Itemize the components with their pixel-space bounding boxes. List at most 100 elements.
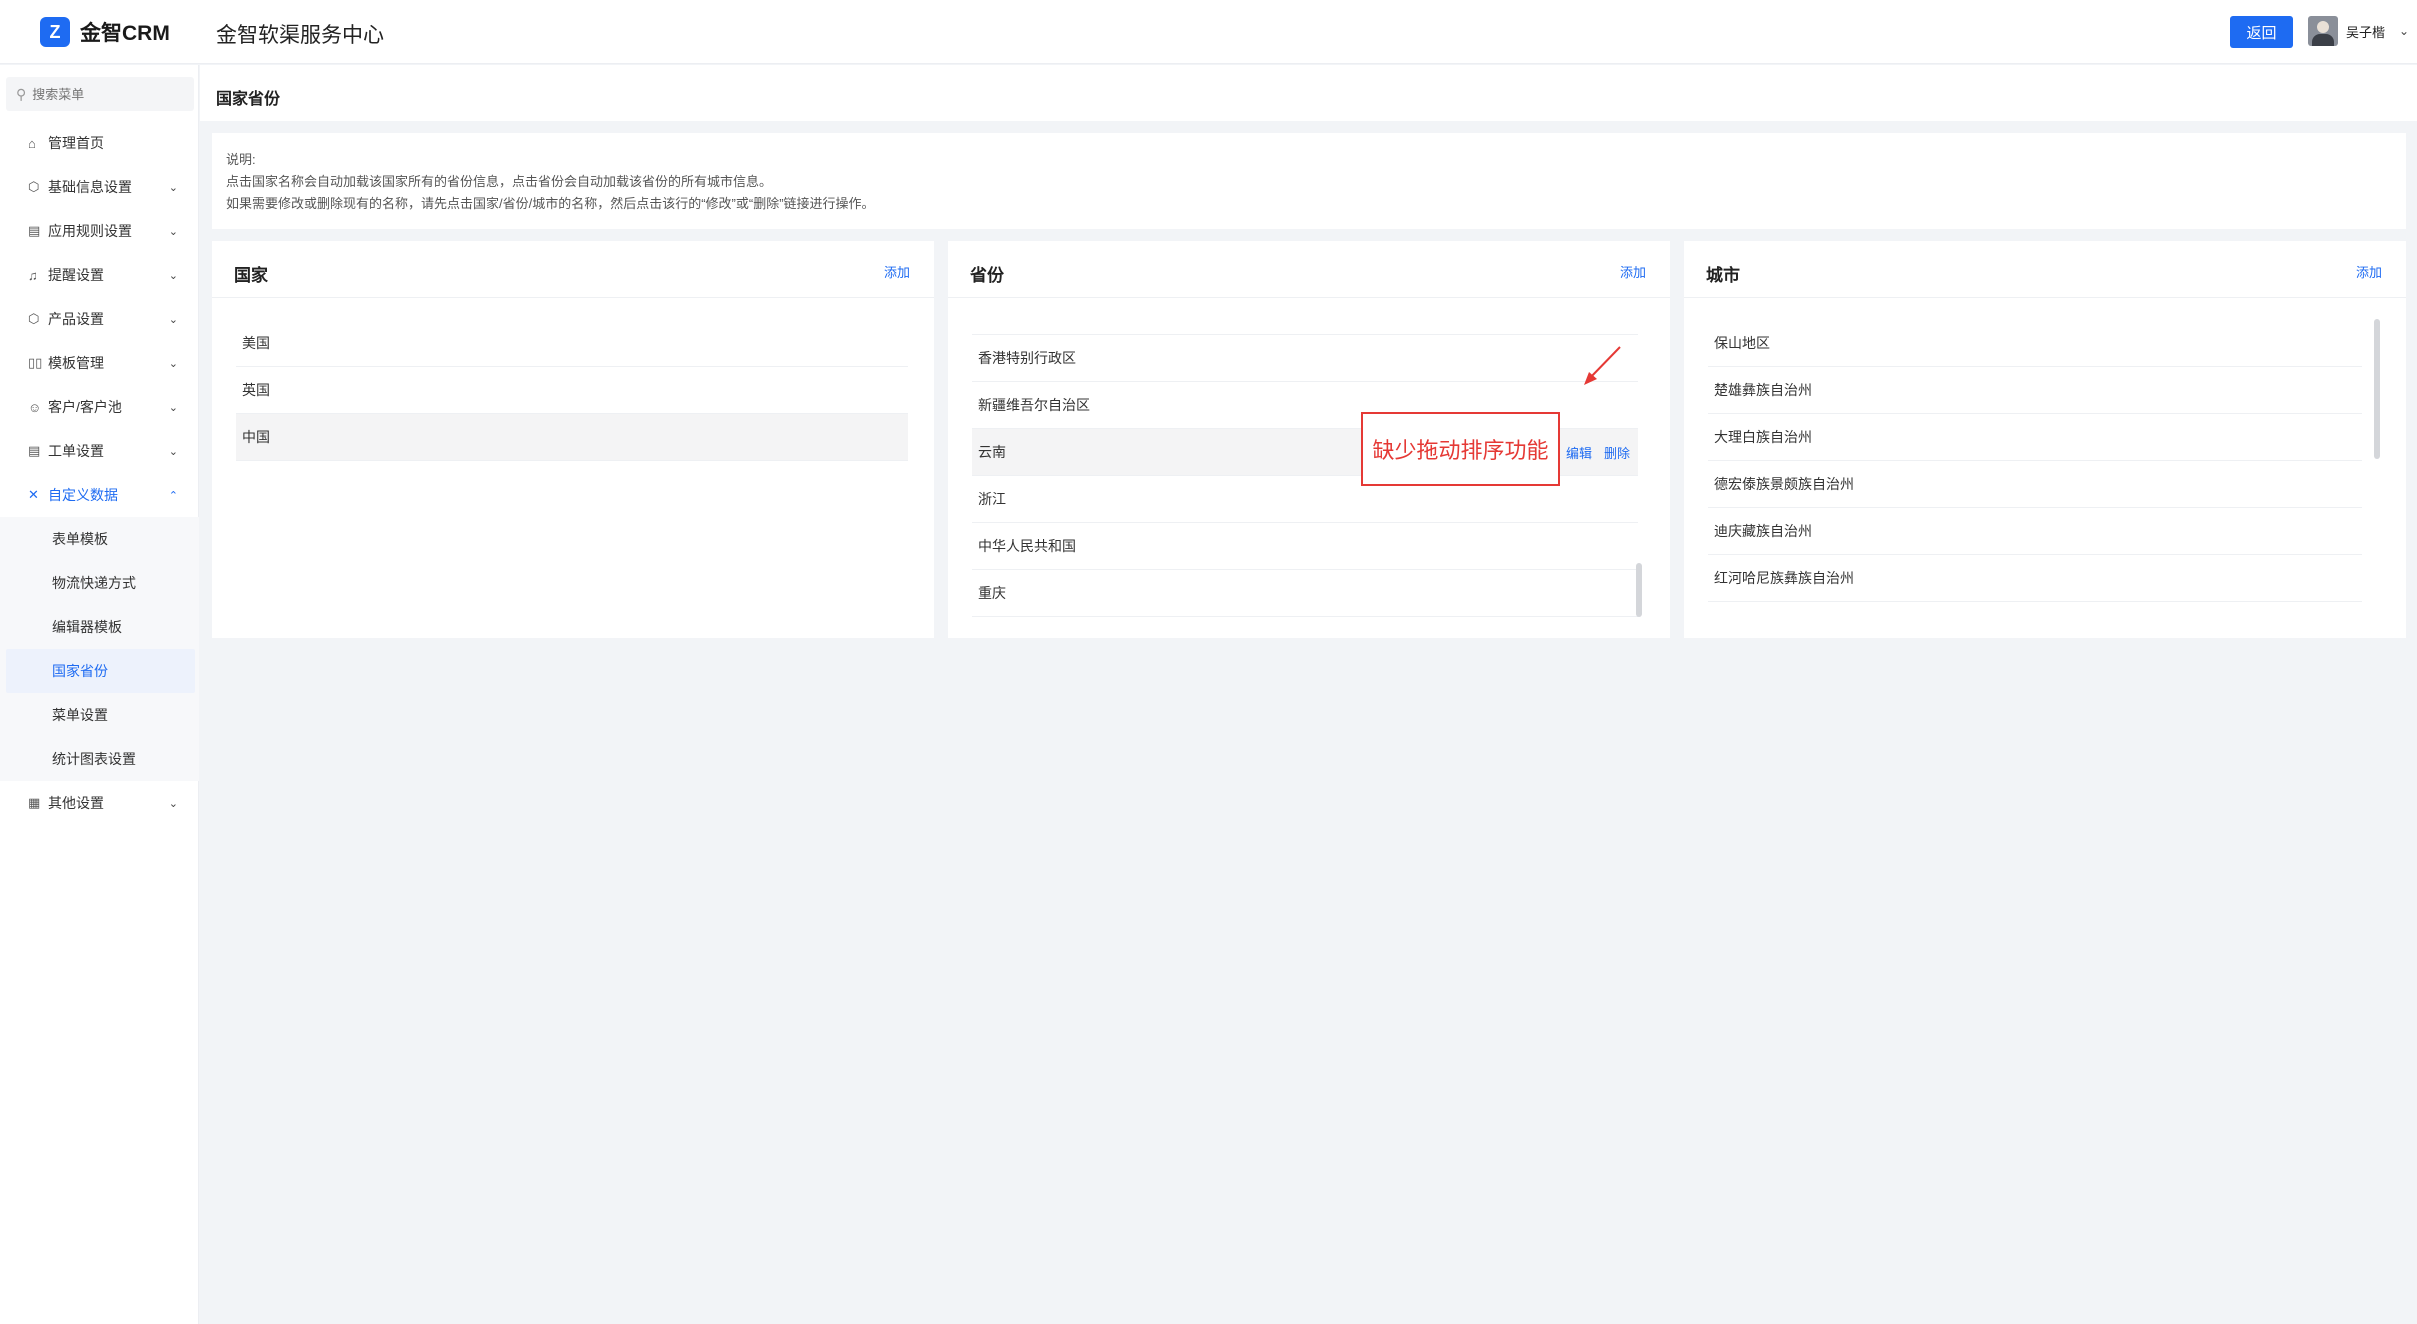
- user-name[interactable]: 吴子楷: [2346, 22, 2385, 41]
- edit-link[interactable]: 编辑: [1566, 443, 1592, 462]
- sidebar-item-label: 基础信息设置: [48, 179, 132, 195]
- sidebar-item-home[interactable]: ⌂ 管理首页: [0, 121, 199, 165]
- chevron-down-icon: ⌄: [168, 797, 178, 810]
- sidebar-subitem-logistics[interactable]: 物流快递方式: [0, 561, 199, 605]
- submenu-custom-data: 表单模板 物流快递方式 编辑器模板 国家省份 菜单设置 统计图表设置: [0, 517, 199, 781]
- city-panel: 城市 添加 保山地区 楚雄彝族自治州 大理白族自治州 德宏傣族景颇族自治州 迪庆…: [1684, 241, 2406, 638]
- chevron-down-icon: ⌄: [168, 181, 178, 194]
- logo-icon: Z: [40, 17, 70, 47]
- notice-box: 说明: 点击国家名称会自动加载该国家所有的省份信息，点击省份会自动加载该省份的所…: [212, 133, 2406, 229]
- list-item[interactable]: 大理白族自治州: [1708, 414, 2362, 461]
- sidebar-item-other-settings[interactable]: ▦ 其他设置 ⌄: [0, 781, 199, 825]
- annotation-arrow-icon: [1584, 346, 1621, 385]
- panel-header: 省份 添加: [948, 241, 1670, 298]
- sidebar-item-label: 产品设置: [48, 311, 104, 327]
- box-icon: ⬡: [28, 311, 40, 326]
- list-item[interactable]: 美国: [236, 320, 908, 367]
- sidebar-item-label: 客户/客户池: [48, 399, 122, 415]
- scrollbar[interactable]: [2374, 319, 2380, 459]
- sidebar-item-label: 模板管理: [48, 355, 104, 371]
- sidebar-subitem-menu-settings[interactable]: 菜单设置: [0, 693, 199, 737]
- list-item[interactable]: 中华人民共和国: [972, 523, 1638, 570]
- sidebar-item-label: 提醒设置: [48, 267, 104, 283]
- notice-line: 点击国家名称会自动加载该国家所有的省份信息，点击省份会自动加载该省份的所有城市信…: [226, 174, 773, 189]
- sidebar-menu: ⌂ 管理首页 ⬡ 基础信息设置 ⌄ ▤ 应用规则设置 ⌄ ♫ 提醒设置 ⌄ ⬡ …: [0, 121, 199, 825]
- panel-title: 省份: [970, 266, 1004, 285]
- sidebar-item-tickets[interactable]: ▤ 工单设置 ⌄: [0, 429, 199, 473]
- search-icon: ⚲: [16, 85, 27, 102]
- sidebar-item-label: 应用规则设置: [48, 223, 132, 239]
- chevron-down-icon: ⌄: [168, 313, 178, 326]
- sidebar-item-custom-data[interactable]: ✕ 自定义数据 ⌃: [0, 473, 199, 517]
- sidebar-item-customers[interactable]: ☺ 客户/客户池 ⌄: [0, 385, 199, 429]
- chevron-down-icon: ⌄: [168, 357, 178, 370]
- sidebar-item-label: 工单设置: [48, 443, 104, 459]
- row-actions: 编辑 删除: [1566, 443, 1630, 462]
- list-item[interactable]: 红河哈尼族彝族自治州: [1708, 555, 2362, 602]
- sidebar-subitem-editor-templates[interactable]: 编辑器模板: [0, 605, 199, 649]
- list-item[interactable]: 英国: [236, 367, 908, 414]
- sidebar-item-label: 管理首页: [48, 135, 104, 151]
- chevron-down-icon: ⌄: [168, 401, 178, 414]
- city-list: 保山地区 楚雄彝族自治州 大理白族自治州 德宏傣族景颇族自治州 迪庆藏族自治州 …: [1708, 320, 2362, 602]
- list-item[interactable]: 德宏傣族景颇族自治州: [1708, 461, 2362, 508]
- grid-icon: ▦: [28, 795, 41, 810]
- site-title: 金智软渠服务中心: [216, 24, 384, 47]
- country-list: 美国 英国 中国: [236, 320, 908, 461]
- page-title: 国家省份: [216, 91, 281, 108]
- sidebar-subitem-chart-settings[interactable]: 统计图表设置: [0, 737, 199, 781]
- users-icon: ☺: [28, 399, 42, 415]
- cube-icon: ⬡: [28, 179, 40, 194]
- avatar[interactable]: [2308, 16, 2338, 46]
- user-menu[interactable]: 吴子楷 ⌄: [2308, 16, 2409, 46]
- search-input[interactable]: [32, 86, 183, 102]
- sidebar: ⚲ ⌂ 管理首页 ⬡ 基础信息设置 ⌄ ▤ 应用规则设置 ⌄ ♫ 提醒设置 ⌄ …: [0, 65, 199, 1324]
- notice-heading: 说明:: [226, 152, 256, 167]
- delete-link[interactable]: 删除: [1604, 443, 1630, 462]
- sidebar-search[interactable]: ⚲: [6, 77, 194, 111]
- sidebar-item-app-rules[interactable]: ▤ 应用规则设置 ⌄: [0, 209, 199, 253]
- list-item[interactable]: 香港特别行政区: [972, 335, 1638, 382]
- bell-icon: ♫: [28, 267, 38, 283]
- sidebar-item-label: 其他设置: [48, 795, 104, 811]
- scrollbar[interactable]: [1636, 563, 1642, 617]
- ticket-icon: ▤: [28, 443, 41, 458]
- back-button[interactable]: 返回: [2230, 16, 2293, 48]
- list-item[interactable]: 迪庆藏族自治州: [1708, 508, 2362, 555]
- list-item-label: 云南: [978, 444, 1006, 460]
- top-header: Z 金智CRM 金智软渠服务中心 返回 吴子楷 ⌄: [0, 0, 2417, 64]
- sidebar-item-templates[interactable]: ▯▯ 模板管理 ⌄: [0, 341, 199, 385]
- sidebar-subitem-form-templates[interactable]: 表单模板: [0, 517, 199, 561]
- sidebar-item-basic-info[interactable]: ⬡ 基础信息设置 ⌄: [0, 165, 199, 209]
- list-item[interactable]: 重庆: [972, 570, 1638, 617]
- list-item[interactable]: 保山地区: [1708, 320, 2362, 367]
- panel-header: 城市 添加: [1684, 241, 2406, 298]
- logo-text: 金智CRM: [80, 22, 170, 45]
- add-city-link[interactable]: 添加: [2356, 262, 2382, 281]
- sidebar-item-products[interactable]: ⬡ 产品设置 ⌄: [0, 297, 199, 341]
- province-panel: 省份 添加 香港特别行政区 新疆维吾尔自治区 云南 编辑 删除 浙江 中华人民共…: [948, 241, 1670, 638]
- chevron-down-icon: ⌄: [168, 269, 178, 282]
- list-item-selected[interactable]: 中国: [236, 414, 908, 461]
- annotation-callout: 缺少拖动排序功能: [1361, 412, 1560, 486]
- chevron-down-icon[interactable]: ⌄: [2399, 24, 2409, 38]
- sidebar-item-reminders[interactable]: ♫ 提醒设置 ⌄: [0, 253, 199, 297]
- chevron-up-icon: ⌃: [168, 489, 178, 502]
- sidebar-item-label: 自定义数据: [48, 487, 118, 503]
- list-item[interactable]: 楚雄彝族自治州: [1708, 367, 2362, 414]
- logo[interactable]: Z 金智CRM: [40, 17, 170, 47]
- notice-line: 如果需要修改或删除现有的名称，请先点击国家/省份/城市的名称，然后点击该行的“修…: [226, 196, 875, 211]
- home-icon: ⌂: [28, 135, 36, 151]
- panel-title: 城市: [1706, 266, 1740, 285]
- chevron-down-icon: ⌄: [168, 445, 178, 458]
- add-country-link[interactable]: 添加: [884, 262, 910, 281]
- panel-title: 国家: [234, 266, 268, 285]
- sidebar-subitem-country-province[interactable]: 国家省份: [6, 649, 195, 693]
- template-icon: ▯▯: [28, 355, 43, 370]
- panel-header: 国家 添加: [212, 241, 934, 298]
- page-header: 国家省份: [200, 65, 2417, 121]
- add-province-link[interactable]: 添加: [1620, 262, 1646, 281]
- country-panel: 国家 添加 美国 英国 中国: [212, 241, 934, 638]
- document-icon: ▤: [28, 223, 41, 238]
- chevron-down-icon: ⌄: [168, 225, 178, 238]
